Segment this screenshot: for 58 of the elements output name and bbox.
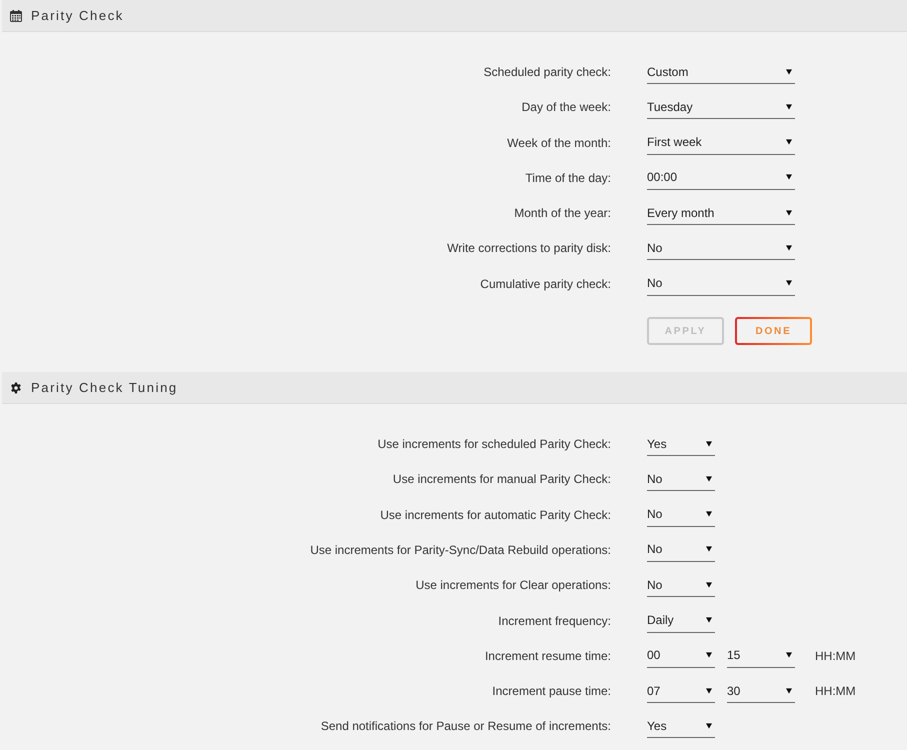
calendar-icon xyxy=(10,10,22,22)
dropdown-select[interactable]: No xyxy=(647,272,795,296)
field-label: Day of the week: xyxy=(520,99,611,116)
dropdown-select[interactable]: Every month xyxy=(647,201,795,226)
dropdown-select[interactable]: Tuesday xyxy=(647,95,795,120)
dropdown-select[interactable]: 07 xyxy=(647,679,715,704)
dropdown-select[interactable]: Yes xyxy=(647,432,715,456)
field-label: Send notifications for Pause or Resume of increments: xyxy=(320,718,611,736)
section-title: Parity Check Tuning xyxy=(31,380,178,396)
field-label: Use increments for manual Parity Check: xyxy=(392,471,611,488)
dropdown-select[interactable]: No xyxy=(647,573,715,598)
dropdown-select[interactable]: No xyxy=(647,236,795,260)
dropdown-select[interactable]: First week xyxy=(647,130,795,155)
caret-icon xyxy=(786,174,792,180)
field-label: Use increments for Clear operations: xyxy=(414,577,611,594)
time-format-hint: HH:MM xyxy=(815,648,856,665)
section-title: Parity Check xyxy=(31,8,124,23)
field-label: Scheduled parity check: xyxy=(482,64,611,81)
dropdown-select[interactable]: Custom xyxy=(647,60,795,84)
dropdown-select[interactable]: 30 xyxy=(727,679,795,704)
time-format-hint: HH:MM xyxy=(815,683,856,700)
field-label: Use increments for scheduled Parity Check: xyxy=(376,436,611,454)
dropdown-select[interactable]: Daily xyxy=(647,608,715,633)
caret-icon xyxy=(706,722,712,729)
caret-icon xyxy=(786,210,792,216)
caret-icon xyxy=(786,104,792,110)
dropdown-select[interactable]: 00:00 xyxy=(647,166,795,190)
caret-icon xyxy=(706,652,712,658)
caret-icon xyxy=(706,546,712,552)
caret-icon xyxy=(706,688,712,694)
caret-icon xyxy=(706,617,712,624)
field-label: Use increments for Parity-Sync/Data Rebuild operations: xyxy=(309,542,611,559)
caret-icon xyxy=(786,652,792,658)
gear-icon xyxy=(10,382,22,394)
field-label: Write corrections to parity disk: xyxy=(446,240,611,258)
dropdown-select[interactable]: No xyxy=(647,502,715,527)
caret-icon xyxy=(786,688,792,694)
caret-icon xyxy=(786,68,792,74)
field-label: Week of the month: xyxy=(506,134,611,152)
caret-icon xyxy=(706,440,712,447)
caret-icon xyxy=(706,582,712,588)
caret-icon xyxy=(786,280,792,286)
caret-icon xyxy=(706,511,712,518)
field-label: Month of the year: xyxy=(513,205,611,222)
dropdown-select[interactable]: 15 xyxy=(727,644,795,668)
field-label: Use increments for automatic Parity Check: xyxy=(379,506,611,524)
dropdown-select[interactable]: No xyxy=(647,467,715,492)
caret-icon xyxy=(786,244,792,251)
field-label: Time of the day: xyxy=(524,170,611,187)
dropdown-select[interactable]: Yes xyxy=(647,714,715,738)
field-label: Cumulative parity check: xyxy=(479,276,611,293)
dropdown-select[interactable]: No xyxy=(647,538,715,562)
caret-icon xyxy=(786,139,792,146)
caret-icon xyxy=(706,476,712,482)
dropdown-select[interactable]: 00 xyxy=(647,644,715,668)
field-label: Increment frequency: xyxy=(497,612,611,630)
field-label: Increment pause time: xyxy=(491,683,611,700)
field-label: Increment resume time: xyxy=(484,648,611,665)
